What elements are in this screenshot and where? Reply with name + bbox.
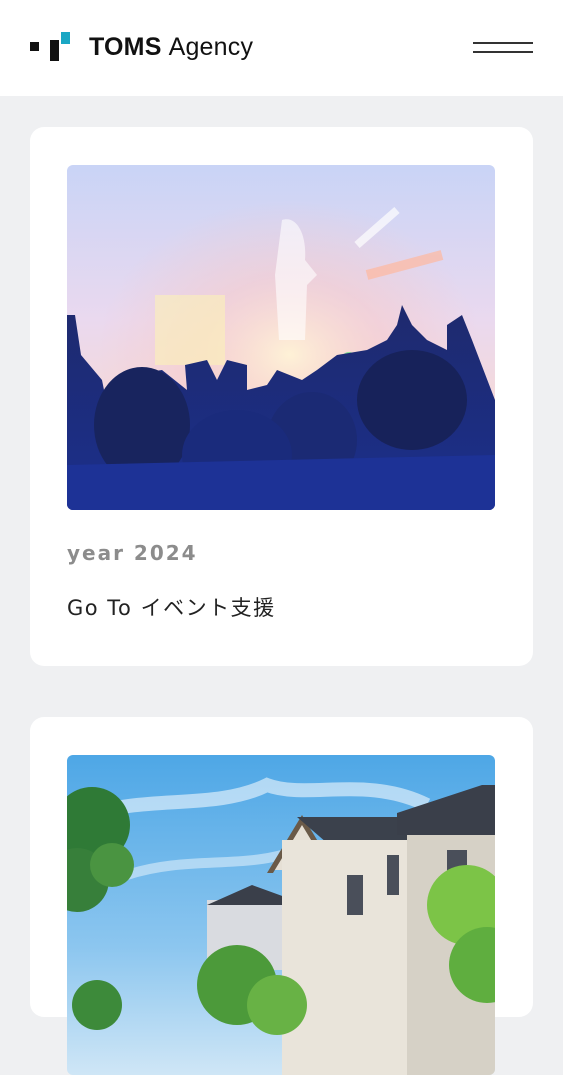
logo-brand: TOMS bbox=[89, 32, 162, 61]
hamburger-icon bbox=[473, 42, 533, 44]
site-header: TOMS Agency bbox=[0, 0, 563, 96]
work-card[interactable]: year 2024 Go To イベント支援 bbox=[30, 127, 533, 666]
logo-brand-suffix: Agency bbox=[168, 32, 254, 61]
logo-mark-icon bbox=[30, 32, 72, 62]
suburban-houses-photo bbox=[67, 755, 495, 1075]
site-logo[interactable]: TOMS Agency bbox=[30, 32, 253, 62]
hamburger-menu-button[interactable] bbox=[470, 36, 534, 60]
work-card[interactable] bbox=[30, 717, 533, 1075]
work-year: year 2024 bbox=[67, 541, 198, 565]
concert-crowd-photo bbox=[67, 165, 495, 510]
logo-text: TOMS Agency bbox=[89, 33, 253, 62]
work-title[interactable]: Go To イベント支援 bbox=[67, 592, 276, 622]
